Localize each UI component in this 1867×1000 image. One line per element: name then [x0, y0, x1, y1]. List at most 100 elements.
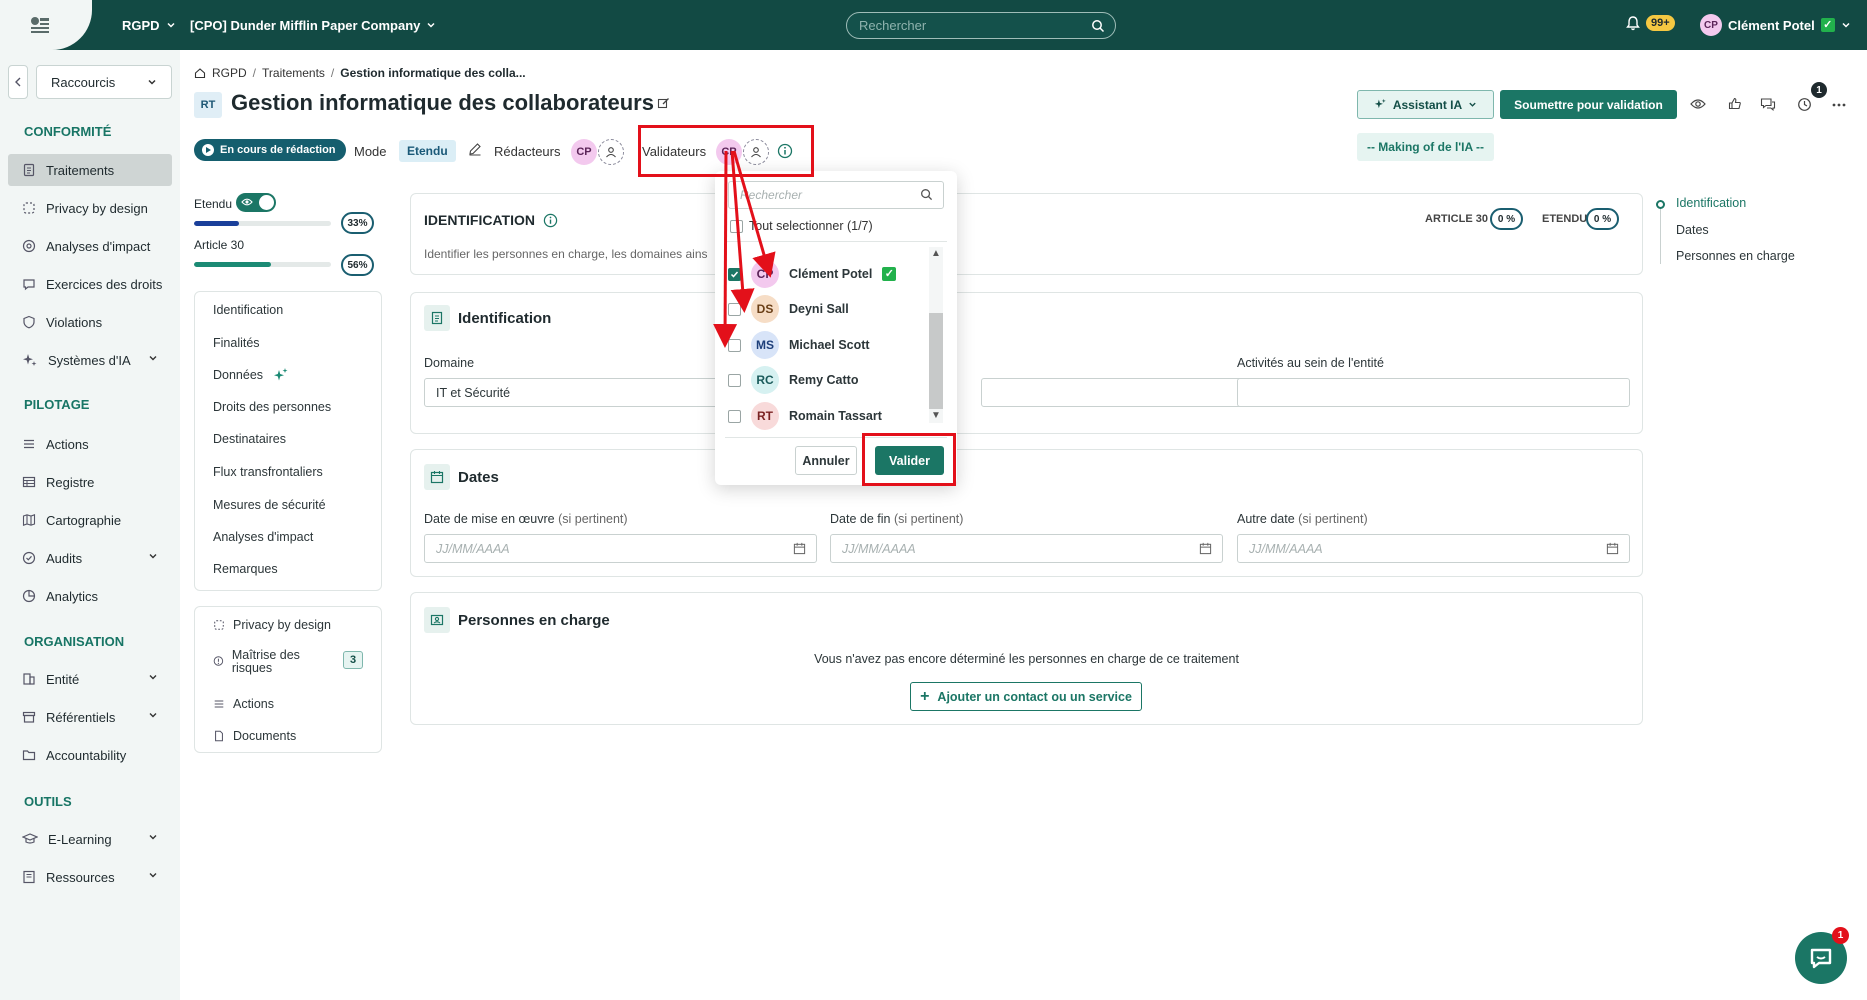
- breadcrumb-link-rgpd[interactable]: RGPD: [212, 66, 247, 80]
- edit-title-icon[interactable]: [657, 97, 670, 110]
- end-date-field[interactable]: [830, 534, 1223, 563]
- tools-nav-documents[interactable]: Documents: [213, 729, 296, 743]
- etendu-toggle[interactable]: [236, 193, 276, 212]
- sidebar-collapse-button[interactable]: [8, 65, 28, 99]
- option-checkbox[interactable]: [728, 267, 741, 281]
- thumbs-up-icon[interactable]: [1728, 97, 1742, 111]
- article30-progress-fill: [194, 262, 271, 267]
- logo-area[interactable]: [0, 0, 92, 50]
- breadcrumb-link-traitements[interactable]: Traitements: [262, 66, 325, 80]
- option-checkbox[interactable]: [728, 338, 741, 352]
- sidebar-item-entite[interactable]: Entité: [8, 663, 172, 695]
- option-checkbox[interactable]: [728, 373, 741, 387]
- add-redacteur-button[interactable]: [598, 139, 624, 165]
- bell-icon[interactable]: [1626, 15, 1640, 31]
- sidebar-item-registre[interactable]: Registre: [8, 466, 172, 498]
- sidebar-item-cartographie[interactable]: Cartographie: [8, 504, 172, 536]
- section-nav-destinataires[interactable]: Destinataires: [213, 432, 286, 446]
- validateurs-search-input[interactable]: [740, 188, 910, 202]
- section-nav-flux[interactable]: Flux transfrontaliers: [213, 465, 323, 479]
- end-date-input[interactable]: [842, 542, 1142, 556]
- dotted-square-icon: [214, 620, 224, 630]
- section-nav-donnees[interactable]: Données: [213, 367, 289, 383]
- validator-option[interactable]: RC Remy Catto: [728, 365, 928, 395]
- calendar-icon[interactable]: [1199, 542, 1212, 555]
- sidebar-item-actions[interactable]: Actions: [8, 428, 172, 460]
- option-checkbox[interactable]: [728, 302, 741, 316]
- select-all-checkbox[interactable]: [730, 219, 743, 233]
- search-icon[interactable]: [1091, 19, 1105, 33]
- section-nav-remarques[interactable]: Remarques: [213, 562, 278, 576]
- etendu-progress-fill: [194, 221, 240, 226]
- activites-field[interactable]: [1237, 378, 1630, 407]
- info-icon[interactable]: [543, 213, 558, 228]
- sidebar-item-traitements[interactable]: Traitements: [8, 154, 172, 186]
- submit-for-validation-button[interactable]: Soumettre pour validation: [1500, 90, 1677, 119]
- cancel-button[interactable]: Annuler: [795, 446, 857, 475]
- validator-option[interactable]: MS Michael Scott: [728, 330, 928, 360]
- scroll-up-icon[interactable]: ▲: [931, 248, 941, 259]
- mode-value-chip[interactable]: Etendu: [399, 140, 456, 162]
- breadcrumb-separator: /: [330, 66, 335, 80]
- sidebar-item-ressources[interactable]: Ressources: [8, 861, 172, 893]
- option-name: Clément Potel: [789, 267, 873, 281]
- company-menu[interactable]: [CPO] Dunder Mifflin Paper Company: [190, 0, 436, 50]
- making-of-ia-button[interactable]: -- Making of de l'IA --: [1357, 133, 1494, 161]
- start-date-input[interactable]: [436, 542, 736, 556]
- sidebar-item-label: Systèmes d'IA: [48, 352, 131, 368]
- toc-item-identification[interactable]: Identification: [1676, 196, 1746, 210]
- notifications[interactable]: 99+: [1626, 15, 1675, 31]
- add-contact-button[interactable]: + Ajouter un contact ou un service: [910, 682, 1142, 711]
- sidebar-item-referentiels[interactable]: Référentiels: [8, 701, 172, 733]
- redacteur-avatar[interactable]: CP: [571, 139, 597, 165]
- comments-icon[interactable]: [1760, 97, 1776, 111]
- folder-icon: [22, 750, 36, 761]
- shortcuts-select[interactable]: Raccourcis: [36, 65, 172, 99]
- tools-nav-actions[interactable]: Actions: [213, 697, 274, 711]
- toc-item-dates[interactable]: Dates: [1676, 223, 1709, 237]
- home-icon[interactable]: [194, 67, 206, 79]
- validateurs-search[interactable]: [728, 181, 944, 209]
- sidebar-item-systemes-ia[interactable]: Systèmes d'IA: [8, 344, 172, 376]
- sidebar-item-analyses-impact[interactable]: Analyses d'impact: [8, 230, 172, 262]
- option-checkbox[interactable]: [728, 409, 741, 423]
- scroll-down-icon[interactable]: ▼: [931, 410, 941, 421]
- other-date-input[interactable]: [1249, 542, 1549, 556]
- article30-percent: 0 %: [1490, 208, 1523, 230]
- more-options-icon[interactable]: [1832, 103, 1846, 107]
- history-icon[interactable]: [1797, 97, 1812, 112]
- section-nav-mesures[interactable]: Mesures de sécurité: [213, 498, 326, 512]
- validator-option[interactable]: DS Deyni Sall: [728, 294, 928, 324]
- sidebar-item-e-learning[interactable]: E-Learning: [8, 823, 172, 855]
- toc-item-personnes[interactable]: Personnes en charge: [1676, 249, 1795, 263]
- start-date-field[interactable]: [424, 534, 817, 563]
- tools-nav-risques[interactable]: Maîtrise des risques: [213, 649, 333, 675]
- section-nav-analyses[interactable]: Analyses d'impact: [213, 530, 313, 544]
- eye-icon[interactable]: [1690, 97, 1706, 111]
- global-search-input[interactable]: [859, 18, 1079, 33]
- select-all-option[interactable]: Tout selectionner (1/7): [730, 219, 873, 233]
- section-nav-identification[interactable]: Identification: [213, 303, 283, 317]
- sidebar-item-accountability[interactable]: Accountability: [8, 739, 172, 771]
- user-menu[interactable]: CP Clément Potel ✓: [1700, 14, 1851, 36]
- scrollbar-thumb[interactable]: [929, 313, 943, 409]
- other-date-field[interactable]: [1237, 534, 1630, 563]
- module-menu[interactable]: RGPD: [122, 0, 176, 50]
- section-nav-finalites[interactable]: Finalités: [213, 336, 260, 350]
- section-nav-droits[interactable]: Droits des personnes: [213, 400, 331, 414]
- tools-nav-privacy[interactable]: Privacy by design: [213, 618, 331, 632]
- options-scrollbar[interactable]: ▲ ▼: [929, 247, 943, 423]
- assistant-ia-button[interactable]: Assistant IA: [1357, 90, 1494, 119]
- calendar-icon[interactable]: [1606, 542, 1619, 555]
- sidebar-item-exercices-droits[interactable]: Exercices des droits: [8, 268, 172, 300]
- global-search[interactable]: [846, 12, 1116, 39]
- validator-option[interactable]: RT Romain Tassart: [728, 401, 928, 431]
- sidebar-item-violations[interactable]: Violations: [8, 306, 172, 338]
- sidebar-item-audits[interactable]: Audits: [8, 542, 172, 574]
- sidebar-item-privacy-by-design[interactable]: Privacy by design: [8, 192, 172, 224]
- domaine-input[interactable]: [436, 386, 736, 400]
- search-icon[interactable]: [920, 188, 933, 201]
- calendar-icon[interactable]: [793, 542, 806, 555]
- sidebar-item-analytics[interactable]: Analytics: [8, 580, 172, 612]
- validator-option[interactable]: CP Clément Potel ✓: [728, 259, 928, 289]
